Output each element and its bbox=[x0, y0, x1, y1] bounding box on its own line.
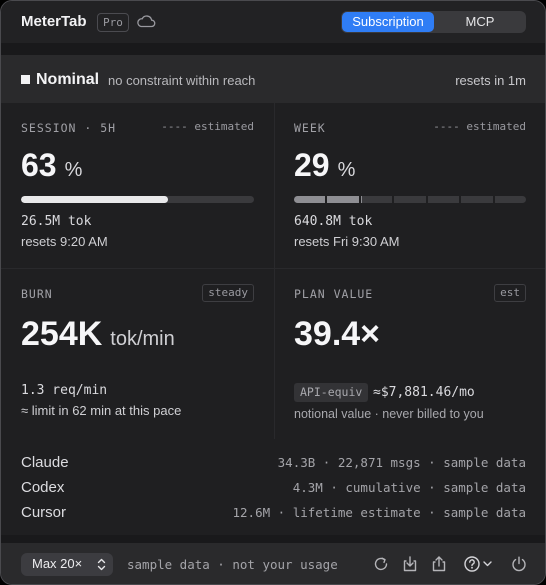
header-bar: MeterTab Pro Subscription MCP bbox=[1, 1, 545, 43]
week-progress-segment bbox=[327, 196, 359, 203]
provider-detail: 4.3M · cumulative · sample data bbox=[292, 480, 526, 495]
burn-rate: 1.3 req/min bbox=[21, 383, 108, 398]
app-title: MeterTab bbox=[21, 13, 87, 30]
week-estimated-tag: ---- estimated bbox=[433, 120, 526, 133]
help-icon bbox=[464, 556, 480, 572]
power-icon[interactable] bbox=[510, 555, 528, 573]
divider bbox=[1, 43, 545, 55]
list-item: Cursor 12.6M · lifetime estimate · sampl… bbox=[1, 504, 545, 529]
plan-value-note: notional value · never billed to you bbox=[294, 407, 484, 421]
provider-name: Cursor bbox=[21, 504, 67, 521]
week-value: 29% bbox=[294, 147, 355, 184]
burn-unit: tok/min bbox=[110, 328, 175, 350]
status-description: no constraint within reach bbox=[108, 73, 256, 88]
session-card: SESSION · 5H ---- estimated 63% 26.5M to… bbox=[1, 103, 274, 268]
divider bbox=[1, 535, 545, 543]
share-icon[interactable] bbox=[430, 555, 448, 573]
week-progress-bar bbox=[294, 196, 526, 203]
week-tokens: 640.8M tok bbox=[294, 214, 373, 229]
pro-badge: Pro bbox=[97, 13, 129, 32]
session-unit: % bbox=[64, 159, 83, 181]
week-progress-segment bbox=[360, 196, 393, 203]
tab-mcp[interactable]: MCP bbox=[436, 12, 524, 32]
burn-steady-tag: steady bbox=[202, 284, 254, 302]
week-card: WEEK ---- estimated 29% 640.8M tok reset… bbox=[275, 103, 545, 268]
provider-list: Claude 34.3B · 22,871 msgs · sample data… bbox=[1, 439, 545, 535]
plan-value-multiplier: 39.4× bbox=[294, 315, 381, 353]
plan-value-card: PLAN VALUE est 39.4× API-equiv ≈$7,881.4… bbox=[275, 269, 545, 439]
metrics-grid: SESSION · 5H ---- estimated 63% 26.5M to… bbox=[1, 103, 545, 439]
status-reset-time: resets in 1m bbox=[455, 73, 526, 88]
week-progress-segment bbox=[427, 196, 460, 203]
provider-detail: 34.3B · 22,871 msgs · sample data bbox=[277, 455, 526, 470]
week-label: WEEK bbox=[294, 121, 326, 135]
api-equiv-value: ≈$7,881.46/mo bbox=[373, 385, 475, 400]
metertab-window: MeterTab Pro Subscription MCP Nominal no… bbox=[0, 0, 546, 585]
status-banner: Nominal no constraint within reach reset… bbox=[1, 55, 545, 103]
week-progress-segment bbox=[394, 196, 426, 203]
provider-name: Claude bbox=[21, 454, 69, 471]
tab-subscription[interactable]: Subscription bbox=[342, 12, 434, 32]
refresh-icon[interactable] bbox=[372, 555, 390, 573]
session-tokens: 26.5M tok bbox=[21, 214, 92, 229]
provider-name: Codex bbox=[21, 479, 65, 496]
session-progress-fill bbox=[21, 196, 168, 203]
session-resets: resets 9:20 AM bbox=[21, 234, 108, 249]
chevron-updown-icon bbox=[97, 558, 106, 571]
session-value: 63% bbox=[21, 147, 82, 184]
burn-label: BURN bbox=[21, 287, 53, 301]
plan-value-est-tag: est bbox=[494, 284, 526, 302]
session-estimated-tag: ---- estimated bbox=[161, 120, 254, 133]
mode-segmented-control: Subscription MCP bbox=[341, 11, 526, 33]
status-indicator-icon bbox=[21, 75, 30, 84]
api-equiv-chip: API-equiv bbox=[294, 383, 369, 402]
burn-number: 254K bbox=[21, 315, 103, 353]
list-item: Codex 4.3M · cumulative · sample data bbox=[1, 479, 545, 504]
week-progress-segment bbox=[294, 196, 326, 203]
session-progress-bar bbox=[21, 196, 254, 203]
session-percent: 63 bbox=[21, 147, 57, 183]
plan-select[interactable]: Max 20× bbox=[21, 553, 113, 576]
footer-bar: Max 20× sample data · not your usage bbox=[1, 543, 545, 584]
burn-card: BURN steady 254K tok/min 1.3 req/min ≈ li… bbox=[1, 269, 274, 439]
download-icon[interactable] bbox=[401, 555, 419, 573]
status-title: Nominal bbox=[36, 71, 100, 88]
cloud-icon[interactable] bbox=[136, 14, 156, 28]
plan-value-label: PLAN VALUE bbox=[294, 287, 374, 301]
burn-limit-note: ≈ limit in 62 min at this pace bbox=[21, 403, 182, 418]
help-menu-button[interactable] bbox=[463, 555, 493, 573]
week-resets: resets Fri 9:30 AM bbox=[294, 234, 400, 249]
week-progress-segment bbox=[494, 196, 526, 203]
week-percent: 29 bbox=[294, 147, 330, 183]
provider-detail: 12.6M · lifetime estimate · sample data bbox=[232, 505, 527, 520]
footer-note: sample data · not your usage bbox=[127, 557, 338, 572]
plan-select-value: Max 20× bbox=[32, 556, 83, 571]
chevron-down-icon bbox=[483, 561, 492, 567]
week-progress-segment bbox=[461, 196, 493, 203]
burn-value: 254K tok/min bbox=[21, 315, 175, 354]
week-unit: % bbox=[337, 159, 356, 181]
session-label: SESSION · 5H bbox=[21, 121, 117, 135]
list-item: Claude 34.3B · 22,871 msgs · sample data bbox=[1, 454, 545, 479]
